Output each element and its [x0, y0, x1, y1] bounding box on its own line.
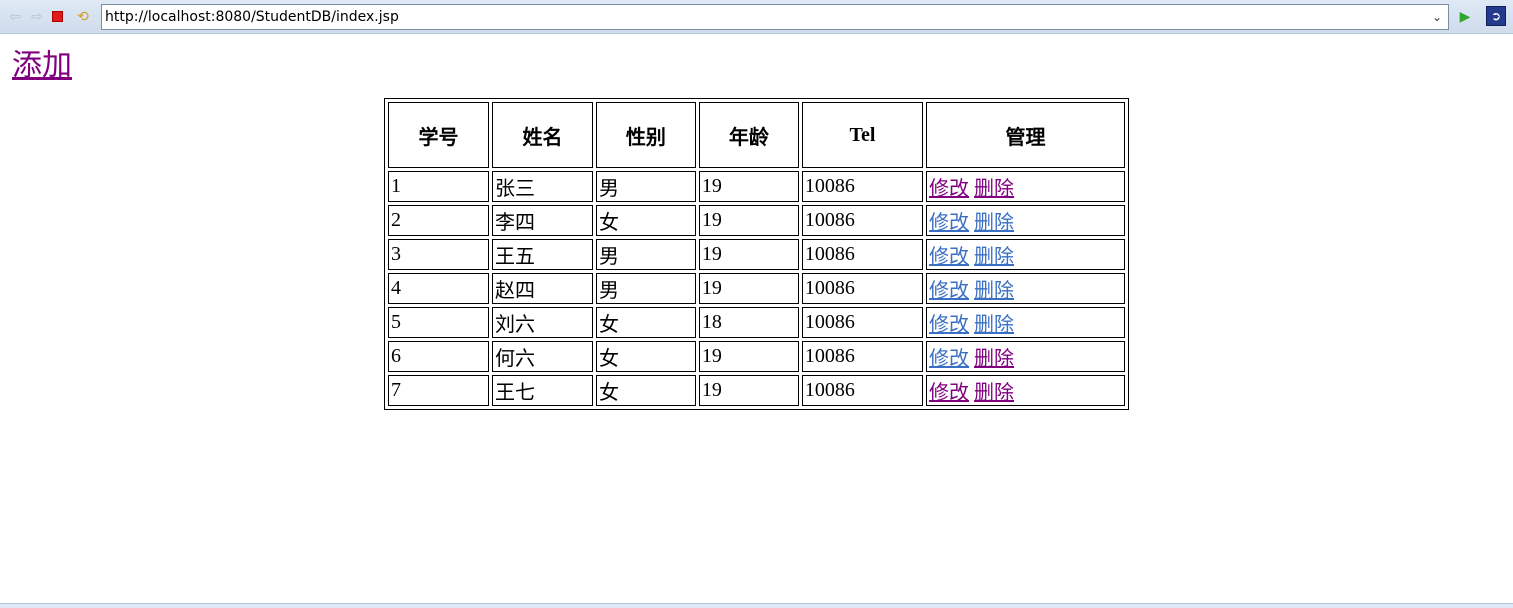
cell-name: 赵四: [491, 273, 593, 304]
delete-link[interactable]: 删除: [974, 382, 1014, 404]
delete-link[interactable]: 删除: [974, 212, 1014, 234]
status-bar: [0, 603, 1513, 608]
edit-link[interactable]: 修改: [929, 348, 969, 370]
cell-tel: 10086: [801, 375, 924, 406]
cell-tel: 10086: [801, 171, 924, 202]
edit-link[interactable]: 修改: [929, 212, 969, 234]
table-row: 7 王七 女 19 10086 修改 删除: [388, 375, 1125, 406]
table-row: 4 赵四 男 19 10086 修改 删除: [388, 273, 1125, 304]
cell-id: 4: [388, 273, 489, 304]
header-manage: 管理: [926, 102, 1125, 168]
table-row: 2 李四 女 19 10086 修改 删除: [388, 205, 1125, 236]
browser-toolbar: ⇦ ⇨ ⟲ ⌄ ▶ ➲: [0, 0, 1513, 34]
forward-arrow-icon[interactable]: ⇨: [28, 8, 46, 26]
students-table: 学号 姓名 性别 年龄 Tel 管理 1 张三 男 19 10086 修改 删除…: [384, 98, 1129, 410]
cell-gender: 女: [595, 307, 696, 338]
header-age: 年龄: [698, 102, 799, 168]
cell-manage: 修改 删除: [926, 307, 1125, 338]
cell-age: 19: [698, 341, 799, 372]
cell-id: 1: [388, 171, 489, 202]
play-icon[interactable]: ▶: [1456, 8, 1474, 26]
cell-id: 2: [388, 205, 489, 236]
edit-link[interactable]: 修改: [929, 280, 969, 302]
cell-gender: 女: [595, 341, 696, 372]
cell-manage: 修改 删除: [926, 239, 1125, 270]
table-header-row: 学号 姓名 性别 年龄 Tel 管理: [388, 102, 1125, 168]
edit-link[interactable]: 修改: [929, 314, 969, 336]
delete-link[interactable]: 删除: [974, 246, 1014, 268]
delete-link[interactable]: 删除: [974, 314, 1014, 336]
delete-link[interactable]: 删除: [974, 280, 1014, 302]
cell-name: 王七: [491, 375, 593, 406]
table-row: 5 刘六 女 18 10086 修改 删除: [388, 307, 1125, 338]
header-id: 学号: [388, 102, 489, 168]
cell-id: 6: [388, 341, 489, 372]
chevron-down-icon[interactable]: ⌄: [1428, 7, 1446, 27]
extension-icon[interactable]: ➲: [1486, 6, 1506, 26]
cell-tel: 10086: [801, 239, 924, 270]
cell-gender: 男: [595, 273, 696, 304]
refresh-icon[interactable]: ⟲: [74, 8, 92, 26]
delete-link[interactable]: 删除: [974, 178, 1014, 200]
address-bar[interactable]: ⌄: [101, 4, 1449, 30]
cell-gender: 女: [595, 205, 696, 236]
cell-name: 何六: [491, 341, 593, 372]
cell-tel: 10086: [801, 205, 924, 236]
cell-name: 张三: [491, 171, 593, 202]
cell-name: 刘六: [491, 307, 593, 338]
edit-link[interactable]: 修改: [929, 178, 969, 200]
back-arrow-icon[interactable]: ⇦: [6, 8, 24, 26]
cell-age: 19: [698, 205, 799, 236]
cell-manage: 修改 删除: [926, 341, 1125, 372]
cell-manage: 修改 删除: [926, 205, 1125, 236]
cell-age: 19: [698, 273, 799, 304]
cell-tel: 10086: [801, 341, 924, 372]
cell-age: 18: [698, 307, 799, 338]
cell-tel: 10086: [801, 307, 924, 338]
table-row: 6 何六 女 19 10086 修改 删除: [388, 341, 1125, 372]
cell-age: 19: [698, 375, 799, 406]
cell-age: 19: [698, 239, 799, 270]
header-tel: Tel: [801, 102, 924, 168]
cell-tel: 10086: [801, 273, 924, 304]
cell-age: 19: [698, 171, 799, 202]
delete-link[interactable]: 删除: [974, 348, 1014, 370]
url-input[interactable]: [105, 7, 1415, 27]
cell-gender: 男: [595, 171, 696, 202]
cell-id: 3: [388, 239, 489, 270]
stop-icon[interactable]: [52, 11, 63, 22]
edit-link[interactable]: 修改: [929, 382, 969, 404]
cell-id: 7: [388, 375, 489, 406]
cell-id: 5: [388, 307, 489, 338]
table-row: 3 王五 男 19 10086 修改 删除: [388, 239, 1125, 270]
cell-manage: 修改 删除: [926, 171, 1125, 202]
cell-manage: 修改 删除: [926, 273, 1125, 304]
cell-manage: 修改 删除: [926, 375, 1125, 406]
edit-link[interactable]: 修改: [929, 246, 969, 268]
table-row: 1 张三 男 19 10086 修改 删除: [388, 171, 1125, 202]
cell-name: 王五: [491, 239, 593, 270]
add-link[interactable]: 添加: [12, 40, 72, 84]
cell-gender: 女: [595, 375, 696, 406]
cell-gender: 男: [595, 239, 696, 270]
cell-name: 李四: [491, 205, 593, 236]
header-name: 姓名: [491, 102, 593, 168]
header-gender: 性别: [595, 102, 696, 168]
